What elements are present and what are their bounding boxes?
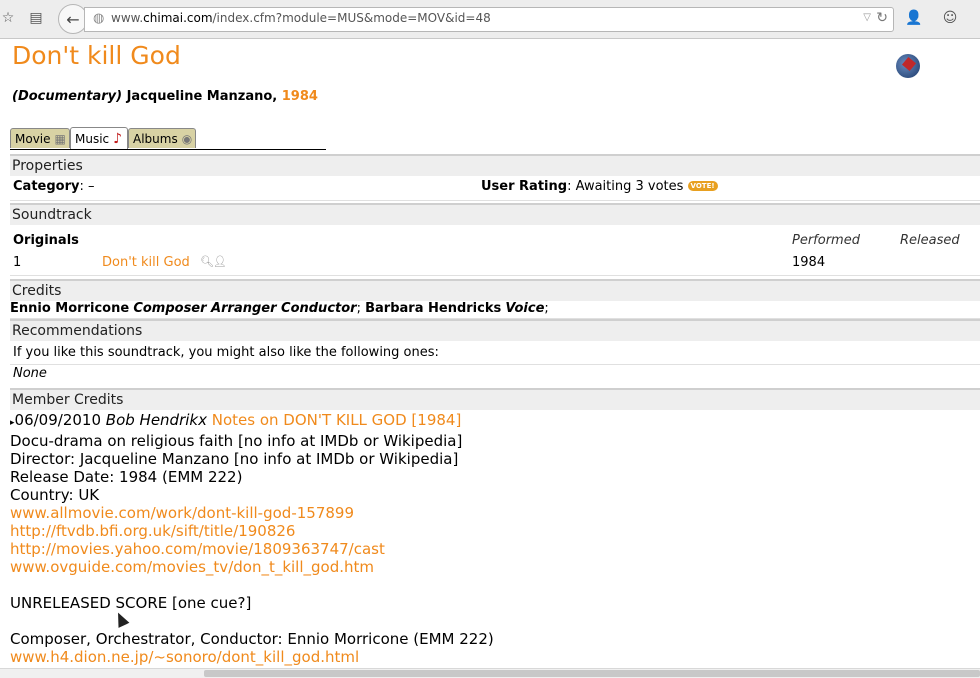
table-row: 1 Don't kill God 🔍︎ 👤︎ 1984	[10, 255, 980, 276]
note-line	[10, 576, 980, 594]
tab-bar: Movie ▦ Music ♪ Albums ◉	[10, 127, 326, 150]
globe-icon: ◍	[93, 11, 105, 26]
film-icon: ▦	[54, 131, 66, 146]
properties-header: Properties	[10, 154, 980, 176]
note-line: Docu-drama on religious faith [no info a…	[10, 432, 463, 450]
soundtrack-header: Soundtrack	[10, 203, 980, 225]
credit-separator: ;	[356, 301, 361, 316]
chat-icon[interactable]: ☺	[938, 6, 962, 30]
note-line	[10, 612, 980, 630]
note-link[interactable]: http://movies.yahoo.com/movie/1809363747…	[10, 540, 980, 558]
member-credit-entry: ▸06/09/2010 Bob Hendrikx Notes on DON'T …	[10, 411, 980, 666]
year-link[interactable]: 1984	[282, 89, 318, 104]
reader-list-icon[interactable]: ▤	[24, 6, 48, 30]
note-link[interactable]: www.ovguide.com/movies_tv/don_t_kill_god…	[10, 558, 980, 576]
note-line: Country: UK	[10, 486, 100, 504]
note-title-link[interactable]: Notes on DON'T KILL GOD [1984]	[212, 411, 462, 429]
bookmark-star-icon[interactable]: ☆	[0, 6, 20, 30]
category-label: Category	[13, 179, 80, 194]
col-performed: Performed	[792, 233, 860, 248]
browser-toolbar: ☆ ▤ ← ◍ www.chimai.com/index.cfm?module=…	[0, 0, 980, 39]
search-icon[interactable]: 🔍︎	[200, 255, 214, 268]
vote-button[interactable]: VOTE!	[687, 181, 718, 191]
user-icon[interactable]: 👤	[902, 6, 926, 30]
credit-roles-1: Composer Arranger Conductor	[133, 301, 357, 316]
col-originals: Originals	[13, 233, 79, 248]
rating-value: : Awaiting 3 votes	[567, 179, 684, 194]
col-released: Released	[900, 233, 960, 248]
recommendations-none: None	[13, 366, 47, 381]
recommendations-header: Recommendations	[10, 319, 980, 341]
rating-label: User Rating	[481, 179, 568, 194]
reload-icon[interactable]: ↻	[876, 10, 888, 26]
member-date: 06/09/2010	[14, 411, 101, 429]
credit-roles-2: Voice	[505, 301, 545, 316]
tab-music-label: Music	[75, 131, 110, 146]
page-title: Don't kill God	[12, 41, 181, 70]
tab-albums[interactable]: Albums ◉	[128, 128, 196, 148]
subtitle: (Documentary) Jacqueline Manzano, 1984	[12, 89, 318, 104]
tab-albums-label: Albums	[133, 131, 178, 146]
credit-person-1[interactable]: Ennio Morricone	[10, 301, 129, 316]
credits-row: Ennio Morricone Composer Arranger Conduc…	[10, 301, 980, 319]
avatar[interactable]	[896, 54, 920, 78]
address-bar[interactable]: ◍ www.chimai.com/index.cfm?module=MUS&mo…	[84, 7, 894, 32]
person-icon[interactable]: 👤︎	[213, 255, 227, 268]
type-label: (Documentary)	[12, 89, 123, 104]
note-link[interactable]: www.h4.dion.ne.jp/~sonoro/dont_kill_god.…	[10, 648, 980, 666]
note-line: Composer, Orchestrator, Conductor: Ennio…	[10, 630, 494, 648]
credits-header: Credits	[10, 279, 980, 301]
note-line: UNRELEASED SCORE [one cue?]	[10, 594, 252, 612]
credit-person-2[interactable]: Barbara Hendricks	[365, 301, 501, 316]
member-credit-body: Docu-drama on religious faith [no info a…	[10, 432, 980, 666]
note-link[interactable]: www.allmovie.com/work/dont-kill-god-1578…	[10, 504, 980, 522]
tab-movie-label: Movie	[15, 131, 51, 146]
recommendations-intro: If you like this soundtrack, you might a…	[10, 345, 980, 365]
director: Jacqueline Manzano,	[126, 89, 278, 104]
soundtrack-columns: Originals Performed Released	[10, 233, 980, 253]
member-credit-heading: ▸06/09/2010 Bob Hendrikx Notes on DON'T …	[10, 411, 980, 432]
category-value: : –	[79, 179, 95, 194]
music-note-icon: ♪	[113, 130, 123, 147]
note-line: Release Date: 1984 (EMM 222)	[10, 468, 243, 486]
note-link[interactable]: http://ftvdb.bfi.org.uk/sift/title/19082…	[10, 522, 980, 540]
track-performed: 1984	[792, 255, 826, 270]
scrollbar-thumb[interactable]	[204, 670, 980, 677]
member-credits-header: Member Credits	[10, 388, 980, 410]
note-line: Director: Jacqueline Manzano [no info at…	[10, 450, 459, 468]
credit-end: ;	[544, 301, 549, 316]
track-title-link[interactable]: Don't kill God	[102, 255, 190, 270]
arrow-left-icon: ←	[66, 9, 80, 29]
member-author: Bob Hendrikx	[105, 411, 207, 429]
properties-row: Category: – User Rating: Awaiting 3 vote…	[10, 179, 980, 201]
tab-music[interactable]: Music ♪	[70, 127, 128, 149]
track-number: 1	[13, 255, 22, 270]
disc-icon: ◉	[181, 131, 193, 146]
chevron-down-icon[interactable]: ▽	[863, 12, 871, 23]
url-text: www.chimai.com/index.cfm?module=MUS&mode…	[111, 11, 491, 25]
tab-movie[interactable]: Movie ▦	[10, 128, 70, 148]
